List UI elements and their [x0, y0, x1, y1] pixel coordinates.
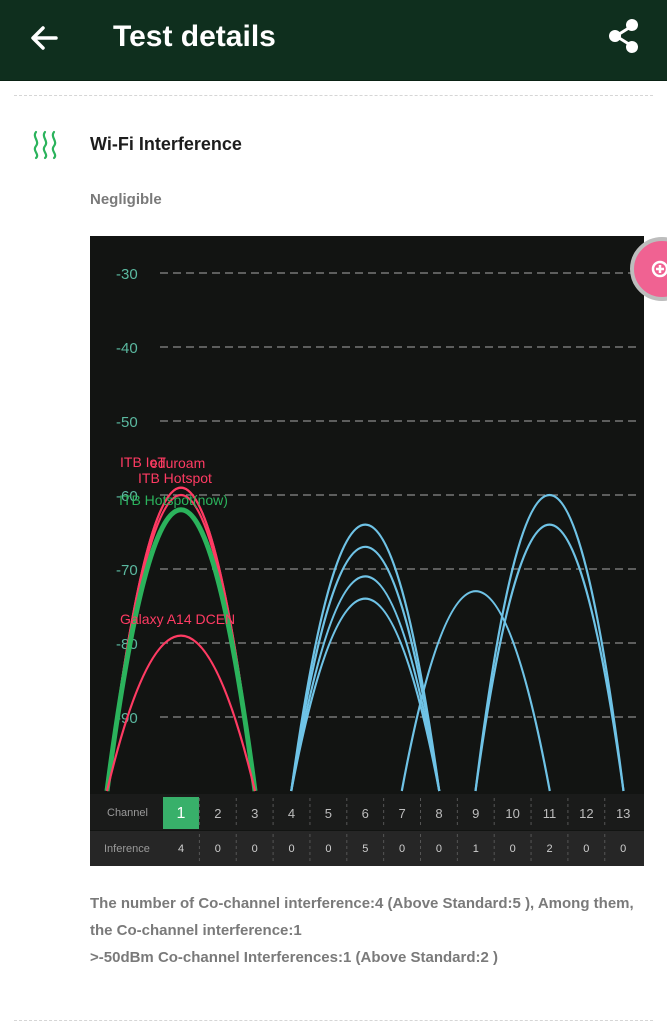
- divider: [14, 95, 653, 96]
- interference-status: Negligible: [90, 191, 162, 208]
- inference-value: 0: [583, 843, 589, 855]
- network-label: ITB Hotspot(now): [119, 492, 228, 508]
- channel-tick-label: 2: [214, 806, 221, 821]
- inference-value: 2: [546, 843, 552, 855]
- channel-tick-label: 9: [472, 806, 479, 821]
- y-tick-label: -40: [116, 340, 138, 357]
- inference-value: 0: [399, 843, 405, 855]
- network-label: Galaxy A14 DCEN: [120, 611, 235, 627]
- other-network-curve: [290, 597, 441, 792]
- inference-value: 0: [436, 843, 442, 855]
- interference-summary-line-2: the Co-channel interference:1: [90, 922, 302, 939]
- wifi-channel-chart: -30 -40 -50 -60 -70 -80 -90 ITB IoT eduroam ITB H…: [90, 236, 644, 866]
- channel-tick-label: 6: [362, 806, 369, 821]
- channel-tick-label: 3: [251, 806, 258, 821]
- channel-tick-label: 10: [505, 806, 519, 821]
- other-network-curve: [474, 493, 625, 792]
- network-label: eduroam: [150, 455, 205, 471]
- inference-value: 0: [215, 843, 221, 855]
- plus-icon: [651, 260, 667, 278]
- inference-value: 0: [252, 843, 258, 855]
- share-icon[interactable]: [604, 14, 644, 58]
- interference-summary-line-1: The number of Co-channel interference:4 …: [90, 895, 634, 912]
- other-network-curve: [290, 523, 441, 792]
- back-arrow-icon[interactable]: [26, 20, 66, 56]
- inference-row-label: Inference: [104, 843, 150, 855]
- other-network-curve: [474, 523, 625, 792]
- inference-value: 5: [362, 843, 368, 855]
- channel-tick-label: 8: [435, 806, 442, 821]
- network-label: ITB Hotspot: [138, 470, 212, 486]
- wifi-interference-icon: [30, 128, 62, 160]
- channel-tick-label: 12: [579, 806, 593, 821]
- y-tick-label: -30: [116, 266, 138, 283]
- other-network-curve: [400, 590, 551, 792]
- page-title: Test details: [113, 20, 276, 53]
- chart-svg: -30-40-50-60-70-80-90ITB IoTeduroamITB H…: [90, 266, 644, 866]
- inference-value: 0: [325, 843, 331, 855]
- y-tick-label: -70: [116, 562, 138, 579]
- section-title: Wi-Fi Interference: [90, 134, 242, 154]
- channel-tick-label: 13: [616, 806, 630, 821]
- y-tick-label: -50: [116, 414, 138, 431]
- inference-value: 0: [288, 843, 294, 855]
- inference-value: 0: [620, 843, 626, 855]
- channel-tick-label: 4: [288, 806, 295, 821]
- channel-tick-label: 7: [398, 806, 405, 821]
- channel-tick-label: 11: [543, 806, 557, 821]
- inference-value: 1: [473, 843, 479, 855]
- app-bar: Test details: [0, 0, 667, 81]
- network-curve: [104, 507, 258, 792]
- channel-tick-label: 1: [177, 805, 186, 822]
- interference-summary-line-3: >-50dBm Co-channel Interferences:1 (Abov…: [90, 949, 499, 966]
- other-network-curve: [290, 575, 441, 792]
- channel-row-label: Channel: [107, 807, 148, 819]
- inference-value: 4: [178, 843, 184, 855]
- channel-tick-label: 5: [325, 806, 332, 821]
- divider: [14, 1020, 653, 1021]
- floating-action-button[interactable]: [630, 237, 667, 301]
- other-network-curve: [290, 546, 441, 792]
- inference-value: 0: [510, 843, 516, 855]
